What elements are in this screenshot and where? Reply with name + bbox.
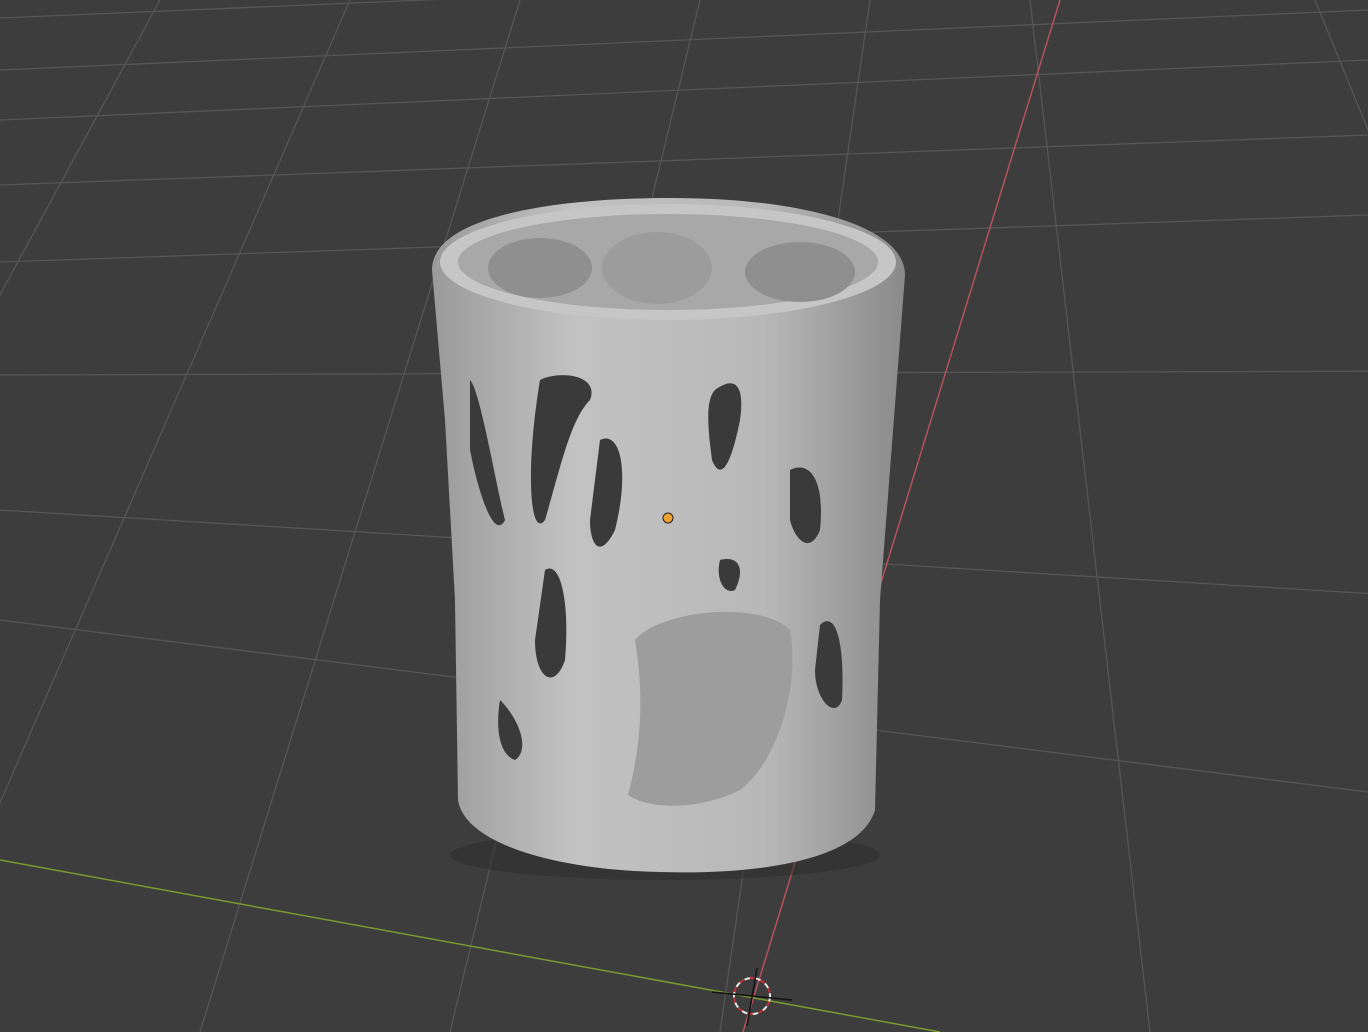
grid-line — [0, 134, 1368, 186]
grid-line — [0, 0, 351, 805]
y-axis-line — [0, 859, 941, 1032]
mesh-object[interactable] — [432, 198, 905, 880]
grid-line — [0, 0, 440, 19]
grid-line — [0, 9, 1368, 71]
grid-line — [1314, 0, 1368, 132]
3d-viewport[interactable] — [0, 0, 1368, 1032]
grid-line — [0, 59, 1368, 121]
3d-cursor-icon[interactable] — [711, 967, 793, 1027]
origin-point — [662, 512, 674, 524]
grid-line — [1029, 0, 1151, 1032]
grid-line — [0, 0, 161, 297]
